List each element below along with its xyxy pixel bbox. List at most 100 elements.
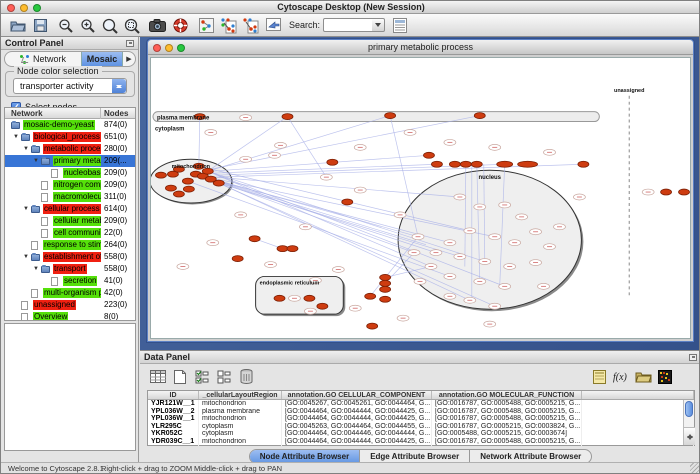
expander-icon[interactable]: ▼ (13, 131, 19, 143)
tree-row-label[interactable]: primary metabo (53, 156, 101, 166)
network-node[interactable] (380, 280, 391, 286)
network-node[interactable] (155, 172, 166, 178)
tree-col-nodes[interactable]: Nodes (104, 108, 136, 119)
network-node[interactable] (449, 161, 460, 167)
zoom-selected-button[interactable] (101, 17, 119, 34)
tree-row[interactable]: mosaic-demo-yeast874(0) (5, 119, 135, 131)
tree-row-label[interactable]: establishment of lo (43, 252, 101, 262)
tree-row[interactable]: macromolecule311(0) (5, 191, 135, 203)
scrollbar-arrows[interactable] (684, 427, 695, 445)
save-session-button[interactable] (31, 17, 49, 34)
tree-row[interactable]: cellular metabo209(0) (5, 215, 135, 227)
network-node[interactable] (277, 246, 288, 252)
network-node[interactable] (431, 161, 442, 167)
table-cell[interactable]: YLR295C (148, 423, 199, 431)
network-edge[interactable] (208, 116, 390, 172)
table-cell[interactable]: [GO:0044464, GO:0044444, GO:0044425, G..… (282, 438, 432, 446)
tree-row-label[interactable]: secretion (63, 276, 97, 286)
new-attribute-button[interactable] (170, 367, 190, 386)
network-edge[interactable] (287, 117, 326, 178)
table-cell[interactable]: [GO:0044464, GO:0044446, GO:0044444, G..… (282, 430, 432, 438)
tree-row-label[interactable]: nitrogen compo (53, 180, 101, 190)
table-cell[interactable]: [GO:0016787, GO:0005488, GO:0005215, G..… (432, 438, 582, 446)
network-edge[interactable] (199, 117, 200, 167)
table-cell[interactable]: cytoplasm (199, 423, 282, 431)
column-header[interactable]: annotation.GO CELLULAR_COMPONENT (282, 391, 432, 399)
tree-row-label[interactable]: cellular metabo (53, 216, 101, 226)
tree-row[interactable]: ▼cellular process614(0) (5, 203, 135, 215)
color-attribute-dropdown[interactable]: transporter activity (13, 78, 127, 94)
tree-row[interactable]: secretion41(0) (5, 275, 135, 287)
birds-eye-view[interactable] (4, 323, 136, 451)
table-cell[interactable] (582, 423, 694, 431)
tree-row[interactable]: multi-organism pro42(0) (5, 287, 135, 299)
network-node[interactable] (518, 161, 538, 167)
table-cell[interactable] (582, 408, 694, 416)
delete-attribute-button[interactable] (236, 367, 256, 386)
tab-overflow-arrow[interactable]: ▶ (123, 52, 135, 66)
network-node[interactable] (474, 113, 485, 119)
network-node[interactable] (274, 295, 285, 301)
tree-col-divider[interactable] (100, 108, 101, 119)
network-node[interactable] (471, 161, 482, 167)
column-header[interactable] (582, 391, 694, 399)
table-cell[interactable]: YKR052C (148, 430, 199, 438)
tree-row[interactable]: ▼metabolic process280(0) (5, 143, 135, 155)
tree-row[interactable]: ▼transport558(0) (5, 263, 135, 275)
network-node[interactable] (380, 296, 391, 302)
search-dropdown-button[interactable] (372, 18, 385, 32)
network-node[interactable] (423, 152, 434, 158)
network-node[interactable] (317, 303, 328, 309)
expander-icon[interactable]: ▼ (23, 203, 29, 215)
table-cell[interactable]: [GO:0016787, GO:0005215, GO:0003824, G..… (432, 423, 582, 431)
formula-builder-button[interactable]: f(x) (611, 367, 631, 386)
layout-button-2[interactable] (241, 17, 259, 34)
table-cell[interactable]: YDR039C__1 (148, 438, 199, 446)
network-node[interactable] (679, 189, 690, 195)
attribute-browser-button[interactable] (391, 17, 409, 34)
table-scrollbar[interactable] (683, 400, 694, 445)
table-cell[interactable]: [GO:0044464, GO:0044444, GO:0044425, G..… (282, 415, 432, 423)
vizmapper-button[interactable] (264, 17, 282, 34)
expander-icon[interactable]: ▼ (23, 251, 29, 263)
network-graph[interactable]: plasma membranecytoplasmmitochondrionnuc… (151, 58, 690, 338)
annotation-network-button[interactable] (197, 17, 215, 34)
tab-network[interactable]: Network (5, 52, 81, 66)
table-row[interactable]: YJR121W__1mitochondrion[GO:0045267, GO:0… (148, 400, 694, 408)
table-cell[interactable]: cytoplasm (199, 430, 282, 438)
column-header[interactable]: ID (148, 391, 199, 399)
zoom-in-button[interactable] (79, 17, 97, 34)
table-cell[interactable] (582, 438, 694, 446)
network-node[interactable] (183, 186, 194, 192)
network-node[interactable] (232, 256, 243, 262)
network-node[interactable] (287, 246, 298, 252)
table-cell[interactable]: YJR121W__1 (148, 400, 199, 408)
table-cell[interactable]: [GO:0016787, GO:0005488, GO:0005215, G..… (432, 408, 582, 416)
tree-row-label[interactable]: mosaic-demo-yeast (23, 120, 95, 130)
tree-row-label[interactable]: nucleobase-co (63, 168, 101, 178)
open-session-button[interactable] (9, 17, 27, 34)
table-cell[interactable]: [GO:0005488, GO:0005215, GO:0003674] (432, 430, 582, 438)
tree-row[interactable]: cell communicat22(0) (5, 227, 135, 239)
table-cell[interactable]: [GO:0045263, GO:0044464, GO:0044455, G..… (282, 423, 432, 431)
table-cell[interactable] (582, 430, 694, 438)
attribute-table-button[interactable] (148, 367, 168, 386)
layout-button-1[interactable] (219, 17, 237, 34)
tree-row-label[interactable]: metabolic process (43, 144, 101, 154)
column-header[interactable]: _cellularLayoutRegion (199, 391, 282, 399)
tree-row-label[interactable]: unassigned (33, 300, 76, 310)
unselect-attributes-button[interactable] (214, 367, 234, 386)
tree-row-label[interactable]: cellular process (43, 204, 101, 214)
network-node[interactable] (380, 274, 391, 280)
table-cell[interactable]: [GO:0044464, GO:0044444, GO:0044425, G..… (282, 408, 432, 416)
tree-row[interactable]: ▼biological_process651(0) (5, 131, 135, 143)
import-attributes-button[interactable] (633, 367, 653, 386)
resize-grip[interactable] (690, 463, 700, 473)
table-cell[interactable] (582, 415, 694, 423)
tree-row-label[interactable]: biological_process (33, 132, 101, 142)
tree-row[interactable]: ▼establishment of lo558(0) (5, 251, 135, 263)
table-cell[interactable]: [GO:0016787, GO:0005488, GO:0005215, G..… (432, 400, 582, 408)
tree-row[interactable]: Overview8(0) (5, 311, 135, 321)
table-cell[interactable]: mitochondrion (199, 400, 282, 408)
network-node[interactable] (304, 295, 315, 301)
